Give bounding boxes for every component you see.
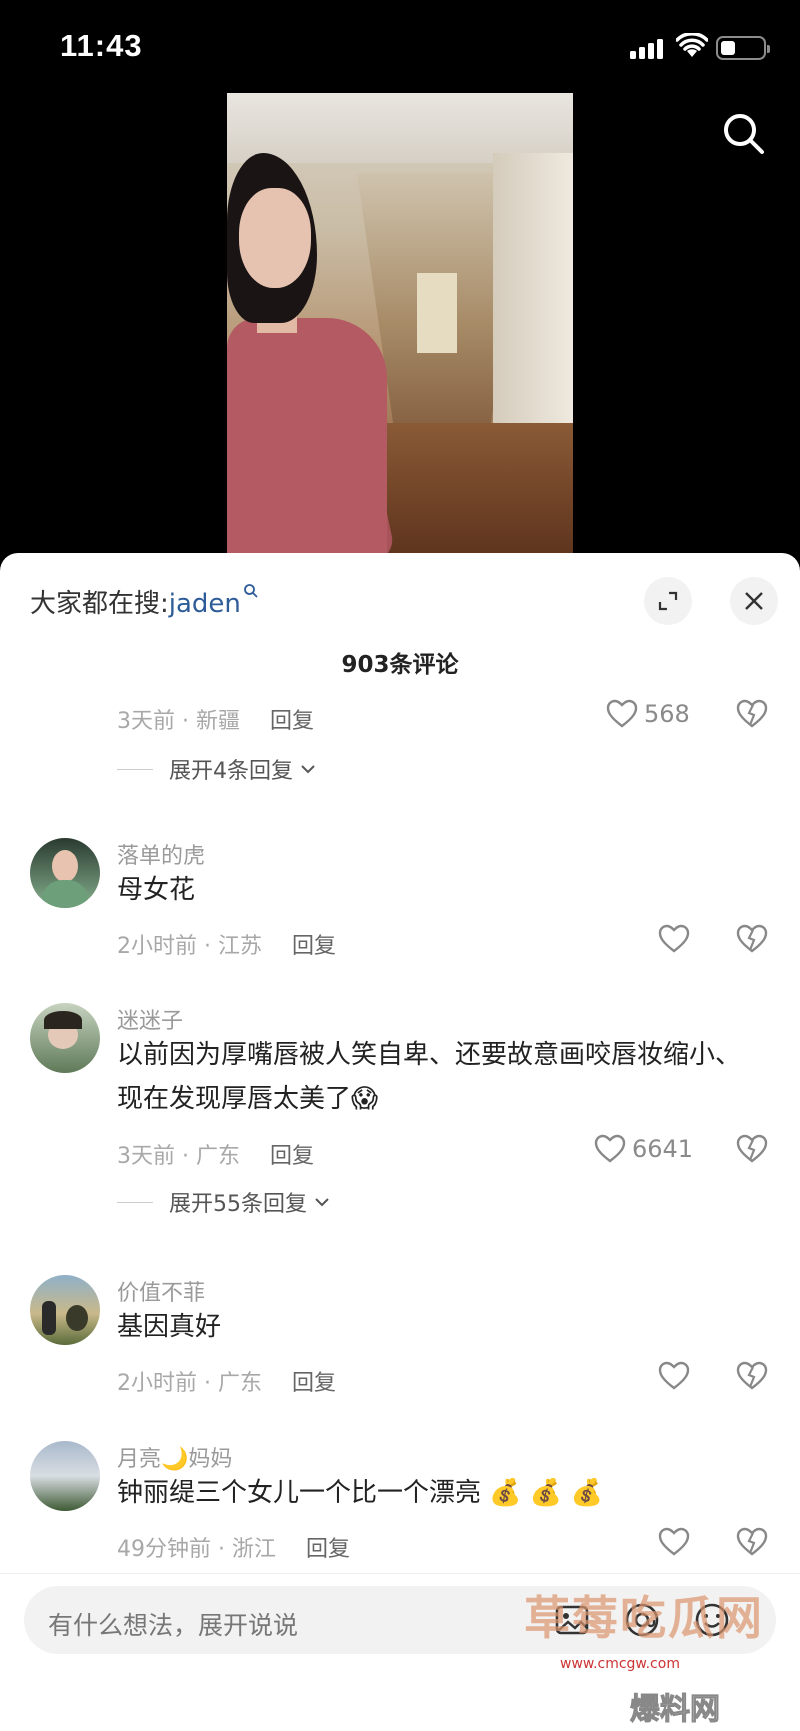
comment-time-location: 2小时前 · 广东: [117, 1371, 262, 1396]
username[interactable]: 价值不菲: [117, 1275, 205, 1307]
comment-input-placeholder: 有什么想法，展开说说: [48, 1611, 299, 1640]
dislike-icon[interactable]: [736, 924, 768, 954]
avatar[interactable]: [30, 1275, 100, 1345]
search-suggestion-keyword[interactable]: jaden: [169, 589, 241, 619]
reply-button[interactable]: 回复: [306, 1537, 350, 1562]
reply-button[interactable]: 回复: [270, 709, 314, 734]
reply-button[interactable]: 回复: [292, 1371, 336, 1396]
username[interactable]: 月亮🌙妈妈: [117, 1441, 232, 1473]
comment-text: 母女花: [117, 875, 196, 905]
reply-button[interactable]: 回复: [292, 934, 336, 959]
expand-replies-label: 展开4条回复: [169, 759, 293, 784]
battery-icon: [716, 36, 770, 60]
username[interactable]: 迷迷子: [117, 1003, 183, 1035]
search-suggestion-prefix: 大家都在搜:: [30, 589, 169, 619]
comments-sheet: 大家都在搜:jaden 903条评论 3天前 · 新疆 回复 568 展开4条回复…: [0, 553, 800, 1731]
reply-button[interactable]: 回复: [270, 1144, 314, 1169]
username[interactable]: 落单的虎: [117, 838, 205, 870]
comment-meta: 2小时前 · 江苏 回复: [117, 928, 336, 960]
heart-icon[interactable]: [658, 1361, 690, 1391]
comment-count-title: 903条评论: [341, 652, 459, 678]
heart-icon: [606, 699, 638, 728]
dislike-icon[interactable]: [736, 699, 768, 729]
comment-meta: 3天前 · 广东 回复: [117, 1138, 314, 1170]
like-button[interactable]: 6641: [594, 1134, 693, 1164]
heart-icon: [594, 1134, 626, 1163]
like-count: 568: [644, 700, 690, 728]
comment-meta: 2小时前 · 广东 回复: [117, 1365, 336, 1397]
like-count: 6641: [632, 1135, 694, 1163]
search-small-icon: [244, 584, 258, 598]
comment-text: 钟丽缇三个女儿一个比一个漂亮 💰 💰 💰: [117, 1478, 603, 1508]
watermark-text: 草莓吃瓜网: [524, 1591, 764, 1645]
comment-time-location: 49分钟前 · 浙江: [117, 1537, 276, 1562]
status-bar: 11:43: [0, 0, 800, 90]
comment-composer: 有什么想法，展开说说 草莓吃瓜网 www.cmcgw.com 爆料网: [0, 1573, 800, 1731]
avatar[interactable]: [30, 1441, 100, 1511]
close-icon: [745, 592, 763, 610]
comment-text: 以前因为厚嘴唇被人笑自卑、还要故意画咬唇妆缩小、现在发现厚唇太美了😱: [117, 1040, 742, 1114]
dislike-icon[interactable]: [736, 1527, 768, 1557]
expand-icon: [658, 591, 678, 611]
status-time: 11:43: [60, 28, 143, 63]
dislike-icon[interactable]: [736, 1361, 768, 1391]
video-frame[interactable]: [227, 93, 573, 553]
expand-replies-label: 展开55条回复: [169, 1192, 307, 1217]
comment-text: 基因真好: [117, 1312, 222, 1342]
comment-time-location: 2小时前 · 江苏: [117, 934, 262, 959]
avatar[interactable]: [30, 838, 100, 908]
comment-time-location: 3天前 · 广东: [117, 1144, 240, 1169]
chevron-down-icon: [315, 1198, 329, 1207]
close-button[interactable]: [730, 577, 778, 625]
wifi-icon: [676, 33, 708, 57]
heart-icon[interactable]: [658, 924, 690, 954]
like-button[interactable]: 568: [606, 699, 690, 729]
avatar[interactable]: [30, 1003, 100, 1073]
search-suggestion[interactable]: 大家都在搜:jaden: [30, 583, 259, 620]
dislike-icon[interactable]: [736, 1134, 768, 1164]
heart-icon[interactable]: [658, 1527, 690, 1557]
comment-meta: 3天前 · 新疆 回复: [117, 703, 314, 735]
search-icon[interactable]: [720, 110, 768, 158]
expand-button[interactable]: [644, 577, 692, 625]
expand-replies-button[interactable]: 展开55条回复: [117, 1186, 331, 1218]
comment-meta: 49分钟前 · 浙江 回复: [117, 1531, 350, 1563]
chevron-down-icon: [301, 765, 315, 774]
watermark-url: www.cmcgw.com: [560, 1656, 680, 1672]
expand-replies-button[interactable]: 展开4条回复: [117, 753, 317, 785]
signal-icon: [630, 37, 666, 59]
watermark-badge: 爆料网: [630, 1692, 721, 1728]
comment-time-location: 3天前 · 新疆: [117, 709, 240, 734]
